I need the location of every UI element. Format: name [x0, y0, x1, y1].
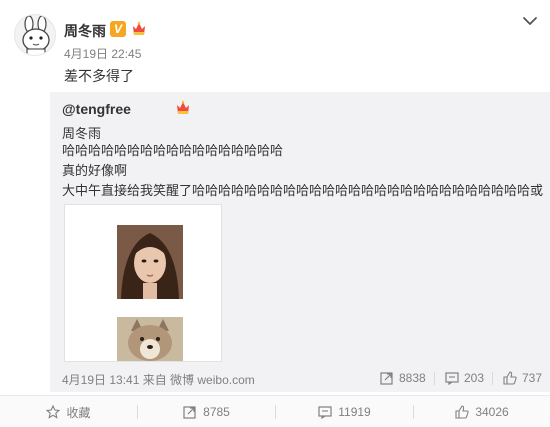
avatar[interactable]: [14, 14, 56, 56]
repost-text-line: 真的好像啊: [62, 163, 128, 178]
weibo-post-card: 周冬雨 V 4月19日 22:45 差不多得了 @tengfree 周冬雨 哈哈…: [0, 0, 550, 427]
repost-time-source[interactable]: 4月19日 13:41 来自 微博 weibo.com: [62, 371, 255, 388]
repost-author[interactable]: @tengfree: [62, 101, 131, 117]
forward-button[interactable]: 8785: [138, 396, 275, 427]
repost-text-line: 哈哈哈哈哈哈哈哈哈哈哈哈哈哈哈哈哈: [62, 143, 284, 158]
post-time[interactable]: 4月19日 22:45: [64, 45, 141, 62]
comment-count: 11919: [338, 405, 371, 419]
username[interactable]: 周冬雨: [64, 21, 106, 41]
verified-v-icon: V: [110, 21, 126, 37]
repost-footer: 4月19日 13:41 来自 微博 weibo.com 8838 203 737: [50, 369, 550, 391]
chevron-down-icon[interactable]: [522, 14, 538, 26]
divider: [492, 372, 493, 385]
like-button[interactable]: 34026: [414, 396, 550, 427]
repost-forward-button[interactable]: 8838: [380, 369, 426, 387]
repost-comment-count: 203: [464, 371, 485, 385]
comment-bubble-icon: [445, 372, 459, 385]
vip-badge-icon: [174, 99, 192, 117]
portrait-image: [117, 225, 183, 299]
comment-button[interactable]: 11919: [276, 396, 413, 427]
repost-like-button[interactable]: 737: [503, 369, 542, 387]
reposted-weibo[interactable]: @tengfree 周冬雨 哈哈哈哈哈哈哈哈哈哈哈哈哈哈哈哈哈 真的好像啊 大中…: [50, 92, 550, 392]
star-icon: [46, 405, 61, 419]
forward-count: 8785: [203, 405, 230, 419]
repost-text-line: 大中午直接给我笑醒了哈哈哈哈哈哈哈哈哈哈哈哈哈哈哈哈哈哈哈哈哈哈哈哈哈哈或: [62, 183, 544, 198]
favorite-label: 收藏: [66, 405, 91, 420]
thumbs-up-icon: [455, 405, 469, 419]
comment-bubble-icon: [318, 406, 332, 419]
wolf-image: [117, 317, 183, 361]
divider: [434, 372, 435, 385]
share-arrow-icon: [183, 406, 196, 419]
like-count: 34026: [475, 405, 509, 419]
repost-like-count: 737: [522, 371, 543, 385]
favorite-button[interactable]: 收藏: [0, 396, 137, 427]
thumbs-up-icon: [503, 371, 517, 385]
repost-forward-count: 8838: [399, 371, 426, 385]
post-text: 差不多得了: [64, 68, 134, 84]
vip-badge-icon: [130, 20, 148, 38]
repost-image-thumbnail[interactable]: [64, 204, 222, 362]
share-arrow-icon: [380, 372, 393, 385]
repost-comment-button[interactable]: 203: [445, 369, 484, 387]
action-bar: 收藏 8785 11919 34026: [0, 395, 550, 427]
